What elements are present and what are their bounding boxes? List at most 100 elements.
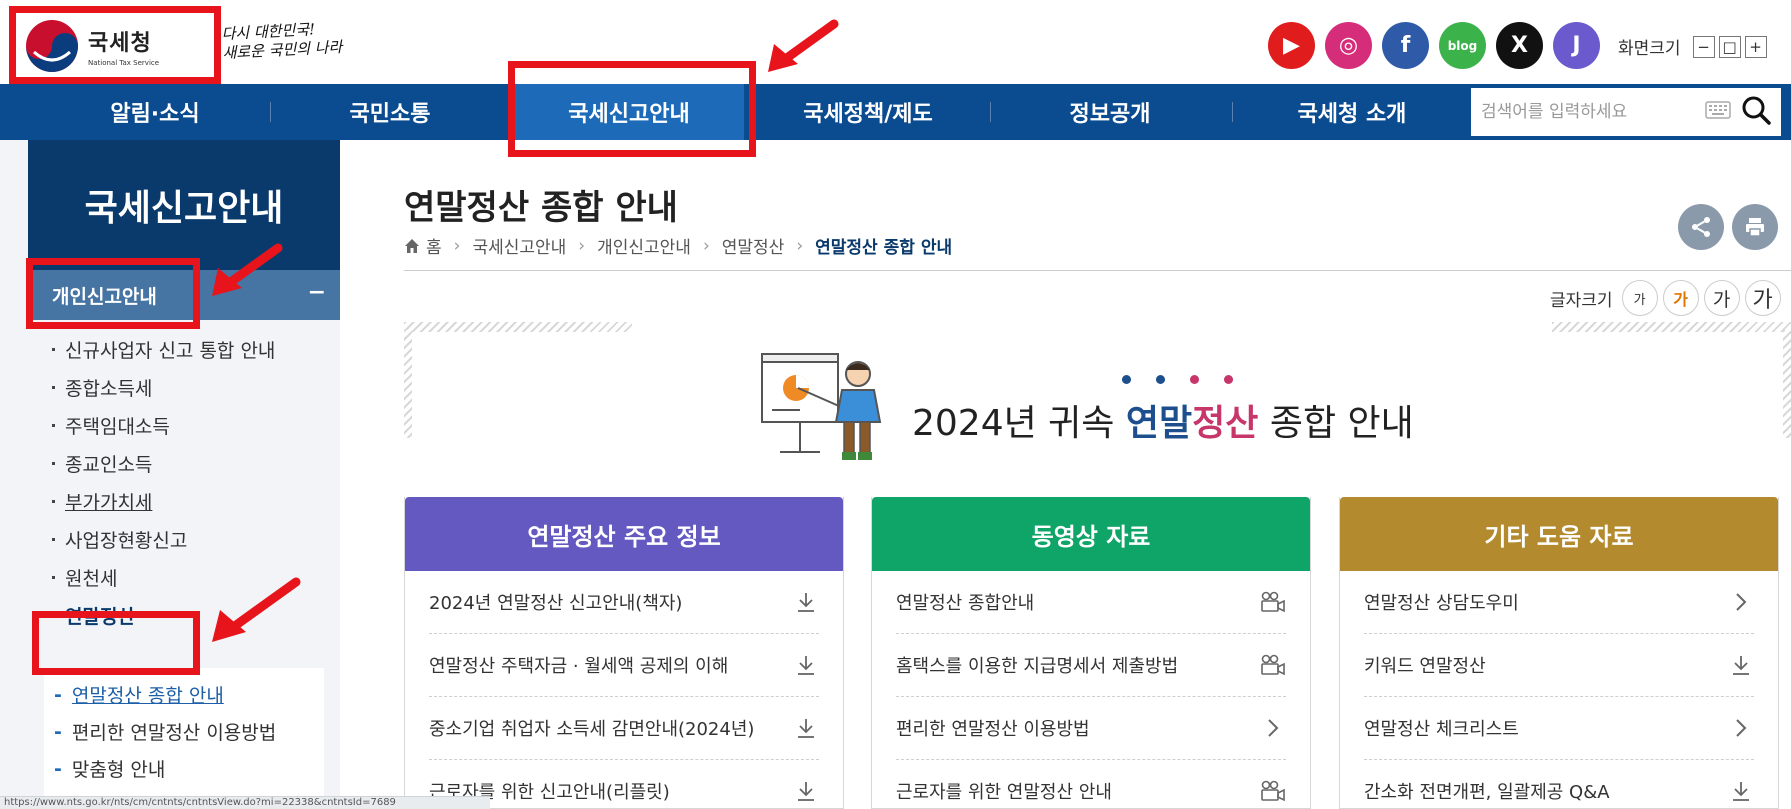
download-icon[interactable] bbox=[1728, 778, 1754, 804]
sidebar-item[interactable]: 부가가치세 bbox=[52, 482, 342, 520]
facebook-icon[interactable]: f bbox=[1382, 22, 1429, 69]
breadcrumb-home[interactable]: 홈 bbox=[426, 233, 442, 258]
instagram-icon[interactable]: ◎ bbox=[1325, 22, 1372, 69]
highlight-box-category bbox=[26, 258, 200, 329]
card-row[interactable]: 연말정산 종합안내 bbox=[896, 571, 1286, 634]
download-icon[interactable] bbox=[793, 589, 819, 615]
gnb-item-about[interactable]: 국세청 소개 bbox=[1232, 84, 1472, 140]
video-icon[interactable] bbox=[1260, 589, 1286, 615]
card-row[interactable]: 연말정산 상담도우미 bbox=[1364, 571, 1754, 634]
sidebar-item-label: 신규사업자 신고 통합 안내 bbox=[65, 339, 276, 362]
search-box bbox=[1471, 88, 1781, 136]
card-row[interactable]: 근로자를 위한 연말정산 안내 bbox=[896, 760, 1286, 809]
gnb-item-news[interactable]: 알림·소식 bbox=[40, 84, 270, 140]
download-icon[interactable] bbox=[793, 778, 819, 804]
bullet-icon bbox=[52, 499, 55, 503]
card-row[interactable]: 연말정산 주택자금 · 월세액 공제의 이해 bbox=[429, 634, 819, 697]
blog-icon[interactable]: blog bbox=[1439, 22, 1486, 69]
home-icon[interactable] bbox=[404, 238, 420, 254]
card-row[interactable]: 간소화 전면개편, 일괄제공 Q&A bbox=[1364, 760, 1754, 809]
x-icon[interactable]: X bbox=[1496, 22, 1543, 69]
gnb-item-tax-policy[interactable]: 국세정책/제도 bbox=[748, 84, 988, 140]
download-icon[interactable] bbox=[1728, 652, 1754, 678]
sidebar-subitem[interactable]: - 편리한 연말정산 이용방법 bbox=[54, 713, 324, 750]
sidebar-subitem-label: 맞춤형 안내 bbox=[71, 759, 166, 781]
banner-dots bbox=[1122, 375, 1233, 384]
card-row[interactable]: 편리한 연말정산 이용방법 bbox=[896, 697, 1286, 760]
zoom-out-button[interactable]: − bbox=[1692, 35, 1715, 58]
sidebar-item[interactable]: 종합소득세 bbox=[52, 368, 342, 406]
screen-size-control: 화면크기 − □ + bbox=[1618, 34, 1767, 59]
banner-decoration bbox=[404, 330, 412, 438]
card-row-label: 편리한 연말정산 이용방법 bbox=[896, 719, 1090, 740]
chevron-right-icon[interactable] bbox=[1728, 589, 1754, 615]
chevron-right-icon[interactable] bbox=[1728, 715, 1754, 741]
font-size-default-button[interactable]: 가 bbox=[1662, 280, 1699, 316]
sidebar-item[interactable]: 사업장현황신고 bbox=[52, 520, 342, 558]
sidebar-subitem[interactable]: - 연말정산 종합 안내 bbox=[54, 676, 324, 713]
download-icon[interactable] bbox=[793, 715, 819, 741]
search-icon[interactable] bbox=[1741, 95, 1771, 129]
banner-dot bbox=[1190, 375, 1199, 384]
breadcrumb-item[interactable]: 개인신고안내 bbox=[597, 233, 691, 258]
sidebar-title: 국세신고안내 bbox=[28, 140, 340, 270]
collapse-icon[interactable]: − bbox=[308, 280, 326, 305]
sidebar-item[interactable]: 신규사업자 신고 통합 안내 bbox=[52, 330, 342, 368]
card-row[interactable]: 홈택스를 이용한 지급명세서 제출방법 bbox=[896, 634, 1286, 697]
breadcrumb: 홈 › 국세신고안내 › 개인신고안내 › 연말정산 › 연말정산 종합 안내 bbox=[404, 233, 952, 258]
main-navigation: 알림·소식 국민소통 국세신고안내 국세정책/제도 정보공개 국세청 소개 bbox=[0, 84, 1791, 140]
banner-title: 2024년 귀속 연말정산 종합 안내 bbox=[912, 394, 1414, 446]
youtube-icon[interactable]: ▶ bbox=[1268, 22, 1315, 69]
font-size-control: 글자크기 가 가 가 가 bbox=[1550, 280, 1781, 316]
card-row-label: 키워드 연말정산 bbox=[1364, 656, 1486, 677]
chevron-right-icon: › bbox=[578, 235, 586, 256]
download-icon[interactable] bbox=[793, 652, 819, 678]
chevron-right-icon[interactable] bbox=[1260, 715, 1286, 741]
chevron-right-icon: › bbox=[453, 235, 461, 256]
bullet-icon bbox=[52, 537, 55, 541]
card-row[interactable]: 연말정산 체크리스트 bbox=[1364, 697, 1754, 760]
gnb-item-communication[interactable]: 국민소통 bbox=[270, 84, 510, 140]
zoom-in-button[interactable]: + bbox=[1744, 35, 1767, 58]
sidebar-item[interactable]: 주택임대소득 bbox=[52, 406, 342, 444]
card-row-label: 연말정산 상담도우미 bbox=[1364, 593, 1519, 614]
sidebar-item-label: 종교인소득 bbox=[65, 453, 153, 476]
sidebar-submenu: -연말정산 종합 안내 -편리한 연말정산 이용방법 -맞춤형 안내 -참고자료… bbox=[44, 668, 324, 809]
card-title: 동영상 자료 bbox=[872, 497, 1310, 571]
slogan: 다시 대한민국! 새로운 국민의 나라 bbox=[221, 19, 343, 63]
gnb-item-information[interactable]: 정보공개 bbox=[990, 84, 1230, 140]
search-input[interactable] bbox=[1481, 102, 1705, 122]
card-row[interactable]: 중소기업 취업자 소득세 감면안내(2024년) bbox=[429, 697, 819, 760]
banner-dot bbox=[1156, 375, 1165, 384]
font-size-small-button[interactable]: 가 bbox=[1621, 280, 1658, 316]
presenter-illustration-icon bbox=[760, 352, 892, 468]
card-row[interactable]: 2024년 연말정산 신고안내(책자) bbox=[429, 571, 819, 634]
font-size-large-button[interactable]: 가 bbox=[1703, 280, 1740, 316]
banner-dot bbox=[1224, 375, 1233, 384]
title-divider bbox=[404, 270, 1791, 271]
video-icon[interactable] bbox=[1260, 778, 1286, 804]
sns-links: ▶ ◎ f blog X J bbox=[1268, 22, 1600, 69]
card-video: 동영상 자료 연말정산 종합안내 홈택스를 이용한 지급명세서 제출방법편리한 연말… bbox=[871, 497, 1311, 809]
card-list: 연말정산 종합안내 홈택스를 이용한 지급명세서 제출방법편리한 연말정산 이용방… bbox=[872, 571, 1310, 809]
video-icon[interactable] bbox=[1260, 652, 1286, 678]
card-other-help: 기타 도움 자료 연말정산 상담도우미 키워드 연말정산 연말정산 체크리스트 간소화 … bbox=[1339, 497, 1779, 809]
sidebar-item[interactable]: 종교인소득 bbox=[52, 444, 342, 482]
breadcrumb-item[interactable]: 연말정산 bbox=[722, 233, 785, 258]
font-size-xlarge-button[interactable]: 가 bbox=[1744, 280, 1781, 316]
print-icon bbox=[1746, 218, 1764, 237]
sidebar-subitem[interactable]: - 맞춤형 안내 bbox=[54, 750, 324, 787]
keyboard-icon[interactable] bbox=[1705, 101, 1731, 123]
kakao-story-icon[interactable]: J bbox=[1553, 22, 1600, 69]
card-row-label: 중소기업 취업자 소득세 감면안내(2024년) bbox=[429, 719, 755, 740]
banner-title-highlight-1: 연말 bbox=[1125, 403, 1193, 444]
share-button[interactable] bbox=[1678, 204, 1724, 250]
header: 국세청 National Tax Service 다시 대한민국! 새로운 국민… bbox=[0, 0, 1791, 84]
zoom-reset-button[interactable]: □ bbox=[1718, 35, 1741, 58]
print-button[interactable] bbox=[1732, 204, 1778, 250]
bullet-icon bbox=[52, 461, 55, 465]
status-bar-url: https://www.nts.go.kr/nts/cm/cntnts/cntn… bbox=[0, 796, 490, 809]
breadcrumb-item[interactable]: 국세신고안내 bbox=[472, 233, 566, 258]
card-row[interactable]: 키워드 연말정산 bbox=[1364, 634, 1754, 697]
dash-icon: - bbox=[54, 683, 62, 706]
